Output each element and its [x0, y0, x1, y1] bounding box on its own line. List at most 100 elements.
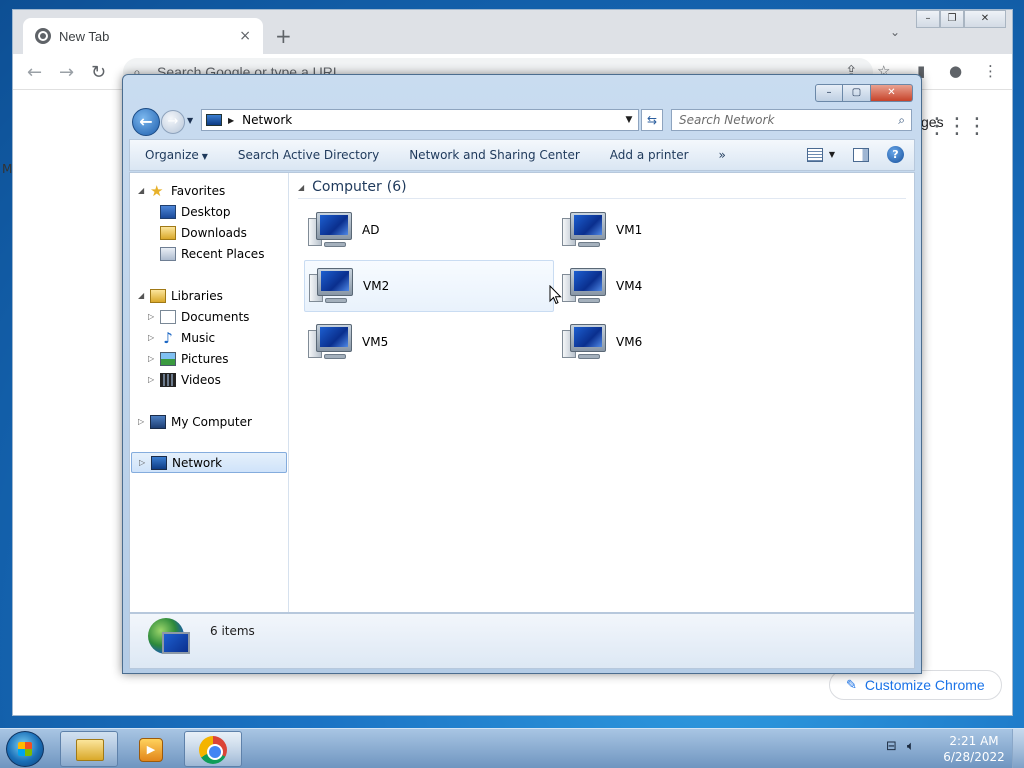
tab-close-icon[interactable]: × [239, 28, 251, 44]
chrome-minimize-button[interactable]: – [916, 10, 940, 28]
system-tray: ⊟ 🔈︎ [886, 739, 915, 754]
explorer-back-button[interactable]: ← [132, 108, 160, 136]
clock-time: 2:21 AM [949, 734, 999, 748]
breadcrumb-network[interactable]: Network [242, 113, 620, 127]
preview-pane-icon[interactable] [853, 147, 869, 162]
profile-avatar-icon[interactable]: ● [949, 62, 962, 80]
recent-pages-dropdown[interactable]: ▼ [187, 116, 193, 125]
nav-item-pictures[interactable]: ▷ Pictures [148, 348, 229, 369]
customize-chrome-button[interactable]: ✎ Customize Chrome [829, 670, 1002, 700]
help-icon[interactable]: ? [887, 146, 904, 163]
mouse-cursor-icon [549, 284, 562, 308]
address-bar[interactable]: ▶ Network ▼ [201, 109, 639, 131]
nav-item-desktop[interactable]: Desktop [160, 201, 231, 222]
search-icon[interactable]: ⌕ [898, 110, 905, 130]
organize-label: Organize [145, 148, 199, 162]
desktop-edge-text: M [2, 162, 13, 176]
explorer-close-button[interactable]: ✕ [871, 84, 913, 102]
star-icon: ★ [150, 181, 164, 200]
network-tray-icon[interactable]: ⊟ [886, 739, 897, 754]
address-dropdown-icon[interactable]: ▼ [620, 115, 638, 125]
breadcrumb-chevron-icon[interactable]: ▶ [228, 116, 234, 125]
clock-date: 6/28/2022 [943, 750, 1005, 764]
apps-grid-icon[interactable]: ⋮⋮⋮ [926, 114, 988, 139]
network-icon [206, 114, 222, 126]
search-active-directory-button[interactable]: Search Active Directory [223, 148, 394, 162]
collapsed-arrow-icon[interactable]: ▷ [148, 375, 158, 384]
details-pane: 6 items [129, 613, 915, 669]
tab-search-icon[interactable]: ⌄ [890, 25, 900, 39]
nav-item-libraries[interactable]: ◢ Libraries [138, 285, 223, 306]
taskbar-chrome-button[interactable] [184, 731, 242, 767]
network-sharing-center-button[interactable]: Network and Sharing Center [394, 148, 595, 162]
chrome-restore-button[interactable]: ❐ [940, 10, 964, 28]
new-tab-button[interactable]: + [275, 24, 292, 48]
collapsed-arrow-icon[interactable]: ▷ [148, 333, 158, 342]
forward-arrow-icon[interactable]: → [59, 62, 74, 83]
organize-button[interactable]: Organize ▼ [130, 148, 223, 162]
show-desktop-button[interactable] [1012, 729, 1024, 768]
collapsed-arrow-icon[interactable]: ▷ [139, 458, 149, 467]
computer-icon [562, 266, 608, 306]
reload-icon[interactable]: ↻ [91, 62, 106, 83]
globe-monitor [162, 632, 190, 654]
computer-tile-vm1[interactable]: VM1 [558, 204, 808, 256]
collapsed-arrow-icon[interactable]: ▷ [138, 417, 148, 426]
nav-label: Videos [181, 372, 221, 387]
nav-label: Documents [181, 309, 250, 324]
computer-tile-vm6[interactable]: VM6 [558, 316, 808, 368]
network-globe-icon [148, 618, 192, 662]
nav-item-my-computer[interactable]: ▷ My Computer [138, 411, 252, 432]
collapsed-arrow-icon[interactable]: ▷ [148, 312, 158, 321]
chrome-menu-icon[interactable]: ⋮ [983, 62, 998, 80]
more-commands-button[interactable]: » [704, 148, 741, 162]
windows-start-icon[interactable] [6, 731, 44, 767]
back-arrow-icon[interactable]: ← [27, 62, 42, 83]
chrome-window-controls: – ❐ ✕ [916, 10, 1006, 28]
downloads-folder-icon [160, 225, 176, 240]
computer-tile-vm5[interactable]: VM5 [304, 316, 554, 368]
tab-title: New Tab [59, 28, 110, 44]
taskbar-media-player-button[interactable]: ▶ [122, 731, 180, 767]
nav-item-downloads[interactable]: Downloads [160, 222, 247, 243]
stand-shape [324, 354, 346, 359]
add-printer-button[interactable]: Add a printer [595, 148, 704, 162]
folder-icon [76, 739, 104, 761]
nav-item-documents[interactable]: ▷ Documents [148, 306, 249, 327]
taskbar-clock[interactable]: 2:21 AM 6/28/2022 [940, 733, 1008, 765]
nav-label: Desktop [181, 204, 231, 219]
nav-item-music[interactable]: ▷ ♪ Music [148, 327, 215, 348]
computer-tile-vm4[interactable]: VM4 [558, 260, 808, 312]
nav-item-videos[interactable]: ▷ Videos [148, 369, 221, 390]
computer-name: VM1 [616, 223, 643, 237]
search-network-input[interactable]: Search Network ⌕ [671, 109, 912, 131]
chrome-tab-new-tab[interactable]: New Tab × [23, 18, 263, 54]
group-header-computer[interactable]: ◢ Computer (6) [298, 179, 906, 199]
navigation-pane: ◢ ★ Favorites Desktop Downloads Recent P… [130, 173, 289, 612]
explorer-window-controls: – ▢ ✕ [815, 84, 913, 102]
search-placeholder: Search Network [679, 113, 775, 127]
chrome-close-button[interactable]: ✕ [964, 10, 1006, 28]
computer-icon [308, 210, 354, 250]
group-collapse-icon[interactable]: ◢ [298, 183, 304, 192]
volume-icon[interactable]: 🔈︎ [907, 739, 915, 754]
explorer-minimize-button[interactable]: – [815, 84, 843, 102]
change-view-button[interactable]: ▼ [806, 147, 835, 162]
chrome-icon [199, 736, 227, 764]
computer-tile-ad[interactable]: AD [304, 204, 554, 256]
refresh-button[interactable]: ⇆ [641, 109, 663, 131]
stand-shape [325, 298, 347, 303]
computer-tile-vm2[interactable]: VM2 [304, 260, 554, 312]
computer-name: VM4 [616, 279, 643, 293]
collapsed-arrow-icon[interactable]: ▷ [148, 354, 158, 363]
nav-item-recent-places[interactable]: Recent Places [160, 243, 264, 264]
taskbar-explorer-button[interactable] [60, 731, 118, 767]
computer-name: VM6 [616, 335, 643, 349]
explorer-forward-button[interactable]: → [161, 110, 185, 134]
music-note-icon: ♪ [163, 328, 173, 347]
nav-item-network[interactable]: ▷ Network [131, 452, 287, 473]
nav-item-favorites[interactable]: ◢ ★ Favorites [138, 180, 225, 201]
nav-label: My Computer [171, 414, 252, 429]
expanded-arrow-icon: ◢ [138, 291, 145, 300]
explorer-maximize-button[interactable]: ▢ [843, 84, 871, 102]
